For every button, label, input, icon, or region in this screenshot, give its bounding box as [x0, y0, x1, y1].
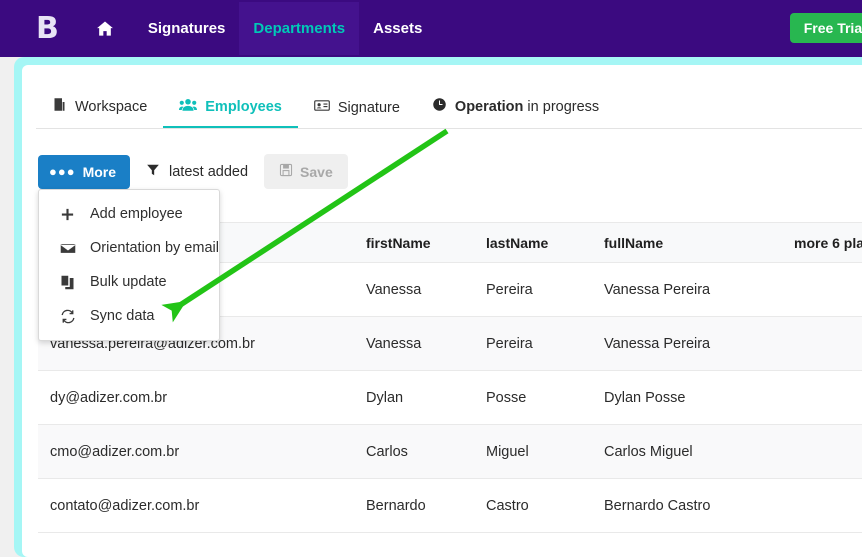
- tab-workspace-label: Workspace: [75, 98, 148, 115]
- cell-fullname: Bernardo Castro: [604, 497, 711, 514]
- cell-fullname: Vanessa Pereira: [604, 335, 711, 352]
- menu-item-add-employee[interactable]: Add employee: [39, 197, 219, 231]
- column-header-firstname: firstName: [366, 234, 431, 251]
- tabs-divider: [36, 128, 862, 129]
- table-row[interactable]: dy@adizer.com.br Dylan Posse Dylan Posse: [38, 371, 862, 425]
- clock-icon: [432, 97, 447, 116]
- column-header-more-placeholders[interactable]: more 6 placeholders: [782, 234, 862, 251]
- cell-lastname: Miguel: [486, 443, 529, 460]
- app-logo[interactable]: B: [36, 13, 59, 44]
- more-button[interactable]: ●●● More: [38, 154, 131, 189]
- table-row[interactable]: cmo@adizer.com.br Carlos Miguel Carlos M…: [38, 425, 862, 479]
- save-button-label: Save: [300, 163, 333, 180]
- tab-employees-label: Employees: [205, 98, 282, 115]
- sync-icon: [59, 309, 76, 324]
- panel-tabs: Workspace Employees Signature Operation …: [36, 87, 615, 129]
- sort-filter-control[interactable]: latest added: [146, 163, 248, 181]
- top-navigation-bar: B Signatures Departments Assets Free Tri…: [0, 0, 862, 57]
- tab-operation-suffix: in progress: [523, 98, 600, 115]
- cell-fullname: Dylan Posse: [604, 389, 686, 406]
- nav-link-departments[interactable]: Departments: [239, 2, 360, 55]
- nav-link-assets[interactable]: Assets: [359, 2, 436, 55]
- menu-item-sync-data[interactable]: Sync data: [39, 299, 219, 333]
- building-icon: [52, 97, 67, 116]
- tab-operation-in-progress[interactable]: Operation in progress: [416, 97, 615, 129]
- sort-filter-label: latest added: [169, 163, 249, 180]
- envelope-icon: [59, 242, 76, 255]
- table-toolbar: ●●● More latest added Save: [38, 154, 348, 189]
- home-icon[interactable]: [94, 18, 116, 40]
- users-icon: [179, 97, 198, 116]
- copy-icon: [59, 275, 76, 290]
- save-button[interactable]: Save: [264, 154, 348, 189]
- table-row[interactable]: contato@adizer.com.br Bernardo Castro Be…: [38, 479, 862, 533]
- tab-operation-bold: Operation: [454, 98, 524, 115]
- more-button-label: More: [82, 163, 117, 180]
- more-dropdown-menu: Add employee Orientation by email Bulk u…: [38, 189, 220, 341]
- cell-firstname: Carlos: [366, 443, 408, 460]
- cell-lastname: Pereira: [486, 335, 533, 352]
- menu-item-label: Add employee: [90, 206, 183, 222]
- plus-icon: [59, 207, 76, 222]
- cell-firstname: Vanessa: [366, 281, 422, 298]
- nav-link-signatures[interactable]: Signatures: [134, 2, 240, 55]
- menu-item-label: Bulk update: [90, 274, 167, 290]
- tab-signature[interactable]: Signature: [298, 99, 416, 129]
- cell-fullname: Vanessa Pereira: [604, 281, 711, 298]
- cell-firstname: Dylan: [366, 389, 404, 406]
- cell-email: contato@adizer.com.br: [50, 497, 200, 514]
- ellipsis-icon: ●●●: [49, 164, 76, 179]
- cell-lastname: Posse: [486, 389, 527, 406]
- cell-lastname: Castro: [486, 497, 529, 514]
- cell-firstname: Vanessa: [366, 335, 422, 352]
- cell-lastname: Pereira: [486, 281, 533, 298]
- more-placeholders-link[interactable]: more 6 placeholders: [794, 234, 862, 251]
- cell-email: cmo@adizer.com.br: [50, 443, 180, 460]
- menu-item-label: Orientation by email: [90, 240, 219, 256]
- menu-item-bulk-update[interactable]: Bulk update: [39, 265, 219, 299]
- cell-firstname: Bernardo: [366, 497, 426, 514]
- cell-email: dy@adizer.com.br: [50, 389, 168, 406]
- floppy-disk-icon: [279, 163, 293, 180]
- tab-signature-label: Signature: [337, 99, 400, 116]
- menu-item-orientation-by-email[interactable]: Orientation by email: [39, 231, 219, 265]
- tab-workspace[interactable]: Workspace: [36, 97, 163, 129]
- id-card-icon: [313, 99, 330, 116]
- column-header-lastname: lastName: [486, 234, 549, 251]
- tab-operation-label: Operation in progress: [455, 99, 599, 115]
- cell-fullname: Carlos Miguel: [604, 443, 693, 460]
- tab-employees[interactable]: Employees: [163, 97, 298, 129]
- menu-item-label: Sync data: [90, 308, 155, 324]
- funnel-icon: [146, 163, 160, 181]
- column-header-fullname: fullName: [604, 234, 664, 251]
- free-trial-button[interactable]: Free Trial: [789, 13, 862, 43]
